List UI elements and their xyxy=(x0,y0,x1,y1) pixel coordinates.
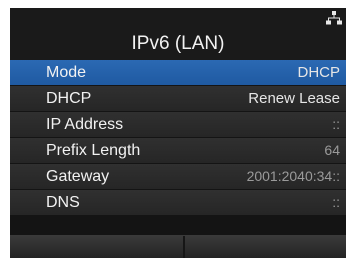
page-title: IPv6 (LAN) xyxy=(131,33,225,54)
menu-row-dns[interactable]: DNS :: xyxy=(10,190,346,215)
menu-row-value: 64 xyxy=(324,142,340,158)
header-bar: IPv6 (LAN) xyxy=(10,8,346,60)
menu-row-label: Prefix Length xyxy=(46,142,141,159)
menu-row-label: IP Address xyxy=(46,116,124,133)
menu-row-label: Gateway xyxy=(46,168,110,185)
softkey-right[interactable] xyxy=(185,236,346,258)
menu-row-ip-address[interactable]: IP Address :: xyxy=(10,112,346,137)
menu-row-value: Renew Lease xyxy=(248,90,340,107)
menu-row-value: :: xyxy=(332,116,340,132)
settings-menu: Mode DHCP DHCP Renew Lease IP Address ::… xyxy=(10,60,346,216)
menu-row-label: DHCP xyxy=(46,90,92,107)
menu-row-prefix-length[interactable]: Prefix Length 64 xyxy=(10,138,346,163)
menu-row-dhcp[interactable]: DHCP Renew Lease xyxy=(10,86,346,111)
menu-row-label: Mode xyxy=(46,64,87,81)
menu-row-mode[interactable]: Mode DHCP xyxy=(10,60,346,85)
softkey-left[interactable] xyxy=(10,236,183,258)
menu-row-value: DHCP xyxy=(297,64,340,81)
menu-row-value: :: xyxy=(332,194,340,210)
menu-row-value: 2001:2040:34:: xyxy=(246,168,340,184)
menu-row-gateway[interactable]: Gateway 2001:2040:34:: xyxy=(10,164,346,189)
softkey-bar xyxy=(10,235,346,258)
menu-row-label: DNS xyxy=(46,194,80,211)
printer-display: IPv6 (LAN) Mode DHCP DHCP Renew Lease IP… xyxy=(10,8,346,258)
network-icon xyxy=(326,11,342,25)
